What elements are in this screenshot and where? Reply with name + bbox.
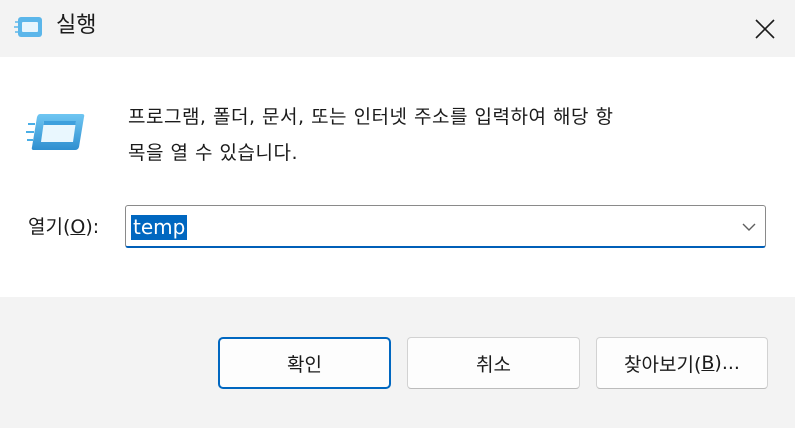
instruction-line-1: 프로그램, 폴더, 문서, 또는 인터넷 주소를 입력하여 해당 항 <box>128 106 614 128</box>
open-label-prefix: 열기( <box>28 216 71 238</box>
window-title: 실행 <box>56 13 97 38</box>
open-input-value[interactable]: temp <box>131 215 188 240</box>
instruction-line-2: 목을 열 수 있습니다. <box>128 142 298 164</box>
close-icon <box>754 18 775 39</box>
title-bar: 실행 <box>0 0 795 57</box>
run-dialog: 실행 프로그램, 폴더, 문서, 또는 인터넷 주소를 입력하여 해당 항 목을… <box>0 0 795 428</box>
browse-label-accelerator: B <box>701 352 715 374</box>
run-icon <box>26 114 85 150</box>
open-combobox[interactable]: temp <box>125 205 766 248</box>
cancel-button[interactable]: 취소 <box>407 337 580 389</box>
open-label: 열기(O): <box>28 212 99 242</box>
open-label-suffix: ): <box>85 216 100 238</box>
open-label-accelerator: O <box>70 216 86 238</box>
run-icon <box>14 17 42 37</box>
close-button[interactable] <box>734 0 795 57</box>
button-bar: 확인 취소 찾아보기(B)... <box>0 297 795 428</box>
browse-label-prefix: 찾아보기( <box>624 353 702 376</box>
ok-button[interactable]: 확인 <box>218 337 391 389</box>
dialog-content: 프로그램, 폴더, 문서, 또는 인터넷 주소를 입력하여 해당 항 목을 열 … <box>0 57 795 297</box>
browse-label-suffix: )... <box>714 352 740 374</box>
chevron-down-icon[interactable] <box>741 219 757 235</box>
instruction-text: 프로그램, 폴더, 문서, 또는 인터넷 주소를 입력하여 해당 항 목을 열 … <box>128 99 768 171</box>
browse-button[interactable]: 찾아보기(B)... <box>596 337 768 389</box>
